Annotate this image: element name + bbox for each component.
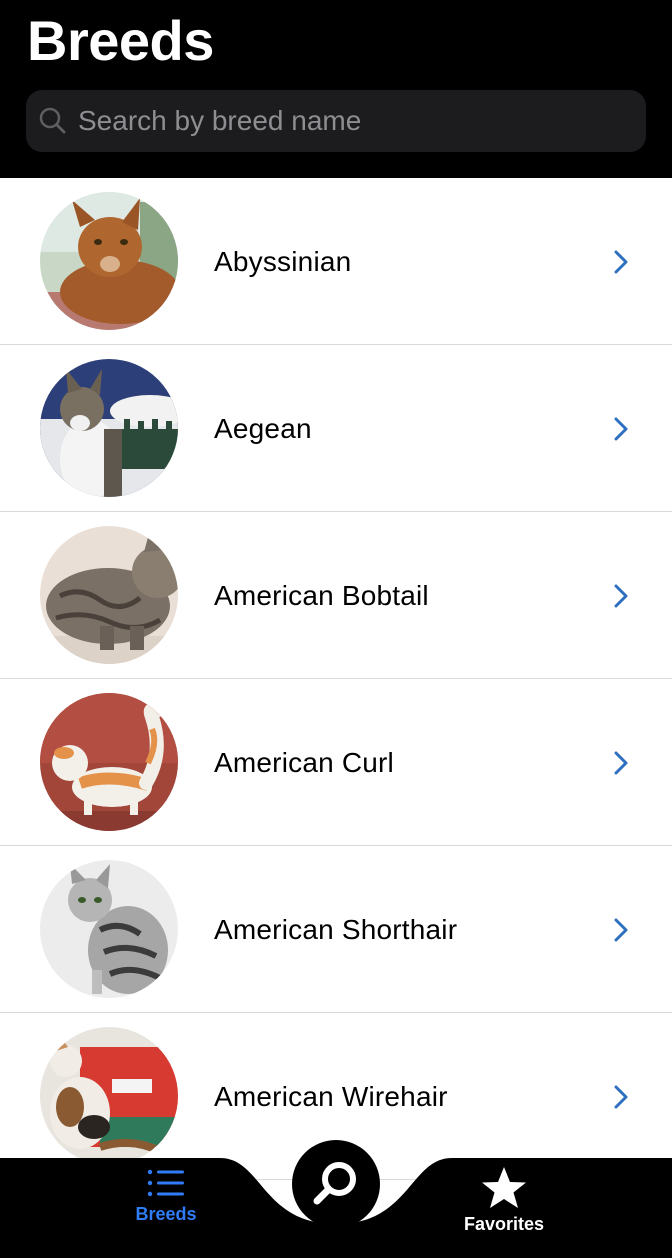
breed-name: American Shorthair [214, 913, 458, 945]
tab-bar: Breeds Favorites [0, 1120, 672, 1258]
list-icon [147, 1169, 184, 1197]
search-input[interactable] [78, 90, 598, 152]
breed-photo [40, 693, 178, 831]
breed-row-american-curl[interactable]: American Curl [0, 679, 672, 846]
breed-name: American Curl [214, 746, 394, 778]
tab-breeds[interactable]: Breeds [96, 1166, 236, 1225]
breed-photo [40, 359, 178, 497]
tab-label: Breeds [135, 1204, 197, 1224]
breed-name: American Bobtail [214, 579, 429, 611]
search-icon [313, 1162, 356, 1205]
search-icon [39, 107, 66, 134]
breed-name: Abyssinian [214, 245, 352, 277]
chevron-right-icon [614, 1085, 628, 1109]
page-title: Breeds [27, 9, 214, 72]
chevron-right-icon [614, 751, 628, 775]
chevron-right-icon [614, 918, 628, 942]
search-bar[interactable] [26, 90, 646, 152]
breed-photo [40, 526, 178, 664]
breed-row-american-shorthair[interactable]: American Shorthair [0, 846, 672, 1013]
header: Breeds [0, 0, 672, 178]
tab-favorites[interactable]: Favorites [434, 1166, 574, 1235]
app-screen: Breeds Search by breed name Abyssinian A… [0, 0, 672, 1258]
breed-row-aegean[interactable]: Aegean [0, 345, 672, 512]
breed-row-abyssinian[interactable]: Abyssinian [0, 178, 672, 345]
breed-name: Aegean [214, 412, 312, 444]
tab-label: Favorites [463, 1214, 545, 1234]
breed-photo [40, 860, 178, 998]
breed-photo [40, 192, 178, 330]
breed-list: Abyssinian Aegean American Bobtail Ameri… [0, 178, 672, 1180]
chevron-right-icon [614, 250, 628, 274]
chevron-right-icon [614, 417, 628, 441]
star-icon [482, 1167, 526, 1208]
breed-row-american-bobtail[interactable]: American Bobtail [0, 512, 672, 679]
chevron-right-icon [614, 584, 628, 608]
search-tab-button[interactable] [292, 1140, 380, 1228]
